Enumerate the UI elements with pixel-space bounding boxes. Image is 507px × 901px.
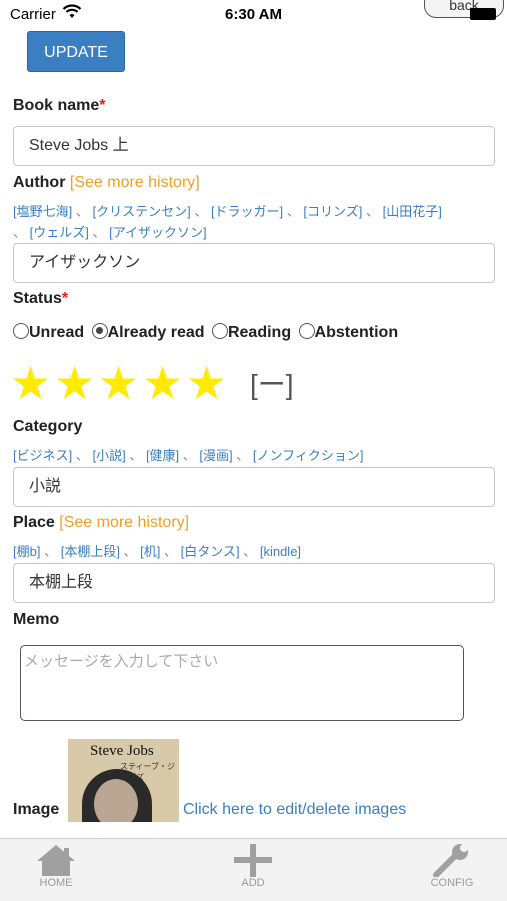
book-name-label: Book name* [13, 97, 105, 115]
radio-circle-selected [91, 323, 108, 339]
tab-home-label: HOME [39, 877, 73, 889]
home-icon [37, 845, 75, 876]
tab-add[interactable]: ADD [203, 839, 303, 894]
edit-images-link[interactable]: Click here to edit/delete images [183, 801, 406, 819]
author-history-link[interactable]: [See more history] [70, 174, 200, 191]
author-suggestion[interactable]: [クリステンセン] [92, 204, 190, 219]
memo-textarea[interactable]: メッセージを入力して下さい [20, 645, 464, 721]
cover-title: Steve Jobs [90, 743, 154, 759]
update-button[interactable]: UPDATE [27, 31, 125, 72]
category-suggestion[interactable]: [健康] [146, 448, 179, 463]
book-cover-image[interactable]: Steve Jobs スティーブ・ジョブズ [68, 739, 179, 822]
required-mark: * [99, 97, 106, 114]
wrench-icon [433, 844, 468, 877]
image-label: Image [13, 801, 60, 818]
radio-label: Reading [227, 324, 292, 341]
book-name-label-text: Book name [13, 97, 100, 114]
book-name-input[interactable]: Steve Jobs 上 [13, 126, 495, 166]
tab-config-label: CONFIG [430, 877, 474, 889]
memo-label: Memo [13, 611, 60, 628]
status-label-text: Status [13, 290, 62, 307]
radio-label: Unread [29, 324, 85, 341]
place-suggestion[interactable]: [kindle] [260, 544, 301, 559]
required-mark: * [61, 290, 69, 307]
status-bar: Carrier 6:30 AM back [0, 0, 507, 28]
cover-portrait-face [94, 779, 138, 822]
radio-circle [13, 323, 29, 339]
author-suggestion[interactable]: [山田花子] [383, 204, 442, 219]
tab-home[interactable]: HOME [6, 839, 106, 894]
author-suggestion[interactable]: [塩野七海] [13, 204, 72, 219]
star-icon[interactable]: ★ [186, 358, 227, 408]
status-radio-already-read[interactable]: Already read [91, 323, 205, 342]
place-suggestions: [棚b] 、 [本棚上段] 、 [机] 、 [白タンス] 、 [kindle] [13, 544, 302, 559]
plus-icon [234, 844, 272, 877]
author-label-text: Author [13, 174, 66, 191]
category-suggestion[interactable]: [ビジネス] [13, 448, 72, 463]
rating-clear-button[interactable]: [ー] [250, 370, 294, 400]
place-suggestion[interactable]: [机] [140, 544, 160, 559]
status-radio-group: Unread Already read Reading Abstention [13, 323, 401, 342]
radio-label: Abstention [314, 324, 399, 341]
tab-bar: HOME ADD CONFIG [0, 838, 507, 901]
star-icon[interactable]: ★ [142, 358, 183, 408]
star-icon[interactable]: ★ [54, 358, 95, 408]
author-suggestions: [塩野七海] 、 [クリステンセン] 、 [ドラッガー] 、 [コリンズ] 、 … [13, 204, 442, 240]
status-radio-unread[interactable]: Unread [13, 323, 84, 342]
radio-circle [298, 323, 315, 339]
author-suggestion[interactable]: [コリンズ] [303, 204, 362, 219]
category-suggestion[interactable]: [漫画] [199, 448, 232, 463]
author-suggestion[interactable]: [アイザックソン] [109, 225, 207, 240]
category-suggestion[interactable]: [ノンフィクション] [253, 448, 364, 463]
author-suggestion[interactable]: [ドラッガー] [211, 204, 283, 219]
place-suggestion[interactable]: [白タンス] [181, 544, 240, 559]
author-label: Author [See more history] [13, 174, 200, 192]
category-suggestions: [ビジネス] 、 [小説] 、 [健康] 、 [漫画] 、 [ノンフィクション] [13, 448, 364, 463]
place-label-text: Place [13, 514, 55, 531]
tab-add-label: ADD [241, 877, 265, 889]
place-suggestion[interactable]: [棚b] [13, 544, 40, 559]
star-icon[interactable]: ★ [10, 358, 51, 408]
tab-config[interactable]: CONFIG [402, 839, 502, 894]
place-suggestion[interactable]: [本棚上段] [61, 544, 120, 559]
author-suggestion[interactable]: [ウェルズ] [30, 225, 89, 240]
status-label: Status* [13, 290, 68, 308]
category-suggestion[interactable]: [小説] [92, 448, 125, 463]
place-label: Place [See more history] [13, 514, 189, 532]
radio-circle [211, 323, 228, 339]
status-radio-reading[interactable]: Reading [211, 323, 292, 342]
cover-subtitle: スティーブ・ジョブズ [120, 762, 176, 782]
radio-label: Already read [107, 324, 205, 341]
category-input[interactable]: 小説 [13, 467, 495, 507]
status-radio-abstention[interactable]: Abstention [298, 323, 399, 342]
place-history-link[interactable]: [See more history] [59, 514, 189, 531]
place-input[interactable]: 本棚上段 [13, 563, 495, 603]
category-label: Category [13, 418, 83, 435]
battery-icon [470, 8, 496, 20]
author-input[interactable]: アイザックソン [13, 243, 495, 283]
star-icon[interactable]: ★ [98, 358, 139, 408]
